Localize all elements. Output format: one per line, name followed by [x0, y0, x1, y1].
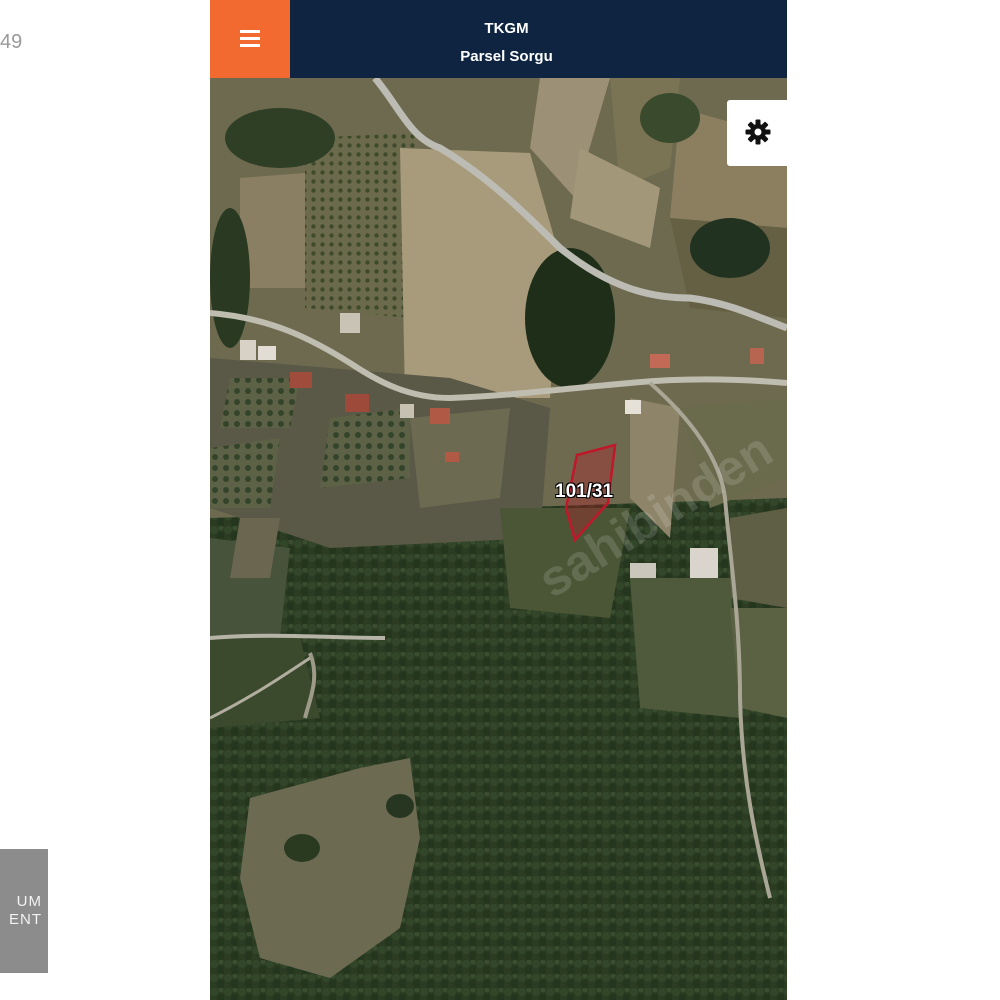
hamburger-menu-icon [240, 30, 260, 47]
background-partial-number: 49 [0, 31, 23, 53]
settings-button[interactable] [727, 100, 787, 166]
menu-button[interactable] [210, 0, 290, 78]
map-imagery [210, 75, 787, 1000]
app-screen: sahibinden 101/31 TKGM Parsel Sorgu [210, 0, 787, 1000]
gear-icon [745, 119, 771, 145]
background-partial-logo: UM ENT [0, 849, 48, 973]
app-subtitle: Parsel Sorgu [460, 48, 553, 65]
app-header: TKGM Parsel Sorgu [210, 0, 787, 78]
background-partial-logo-text: UM ENT [9, 893, 42, 928]
parcel-label[interactable]: 101/31 [555, 481, 613, 503]
satellite-map[interactable] [210, 75, 787, 1000]
app-title: TKGM [484, 20, 529, 37]
